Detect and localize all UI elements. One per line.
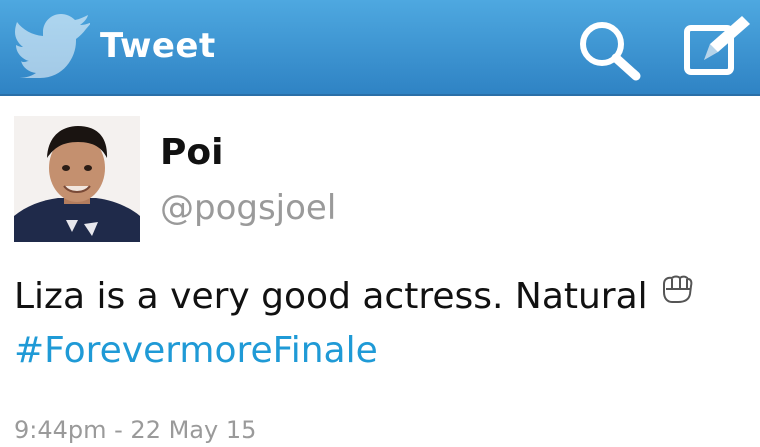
tweet-text: Liza is a very good actress. Natural #Fo… — [14, 270, 754, 378]
page-title: Tweet — [100, 26, 216, 66]
tweet-hashtag-line: #ForevermoreFinale — [14, 324, 754, 378]
fist-emoji-icon — [662, 275, 693, 303]
search-icon — [580, 22, 641, 81]
search-button[interactable] — [572, 18, 648, 82]
compose-button[interactable] — [680, 14, 752, 78]
tweet-timestamp: 9:44pm - 22 May 15 — [14, 416, 257, 444]
tweet-body: Liza is a very good actress. Natural — [14, 276, 648, 317]
twitter-bird-icon — [15, 14, 90, 78]
compose-icon — [684, 16, 750, 75]
tweet-detail: Poi @pogsjoel Liza is a very good actres… — [0, 98, 760, 447]
tweet-text-line: Liza is a very good actress. Natural — [14, 270, 754, 324]
profile-photo — [14, 116, 140, 242]
display-name[interactable]: Poi — [160, 132, 223, 173]
top-bar: Tweet — [0, 0, 760, 96]
user-handle[interactable]: @pogsjoel — [160, 188, 336, 228]
hashtag-link[interactable]: #ForevermoreFinale — [14, 330, 378, 371]
avatar[interactable] — [14, 116, 140, 242]
